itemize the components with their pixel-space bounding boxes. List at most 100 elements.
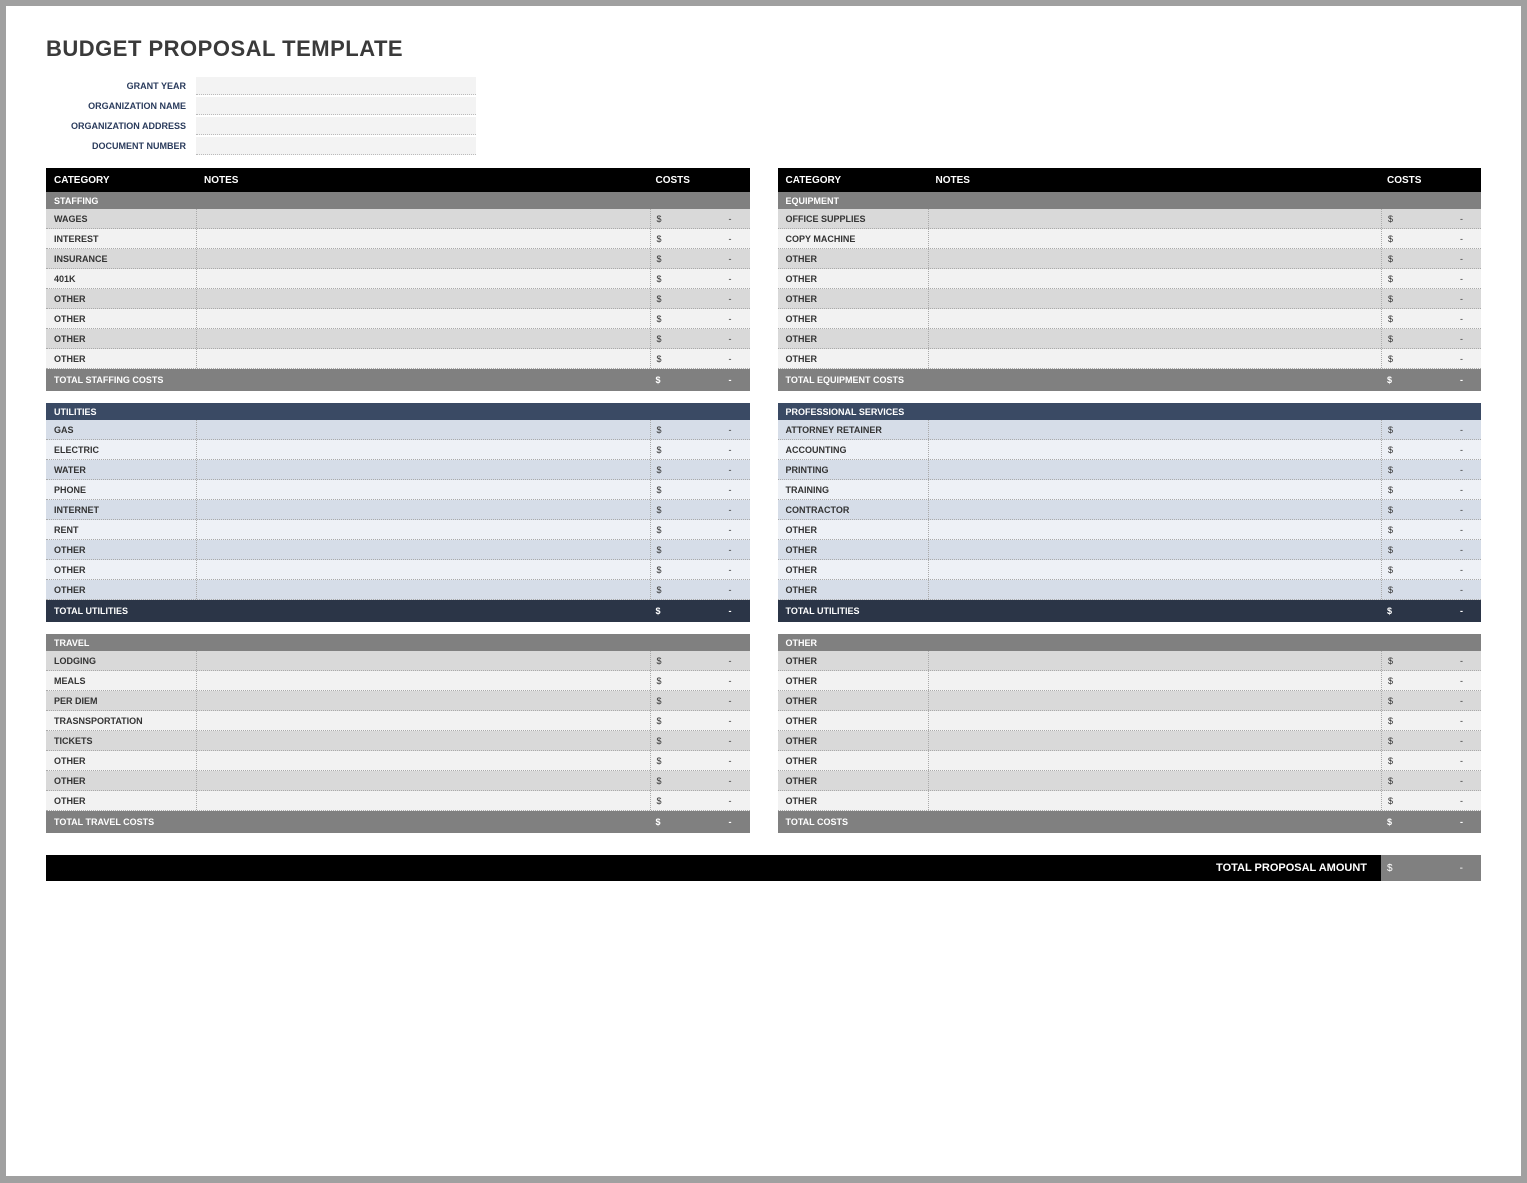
row-cost-input[interactable]: $- <box>1381 249 1481 268</box>
row-notes-input[interactable] <box>196 671 650 690</box>
row-notes-input[interactable] <box>196 329 650 348</box>
row-notes-input[interactable] <box>928 560 1382 579</box>
row-cost-input[interactable]: $- <box>650 771 750 790</box>
row-cost-input[interactable]: $- <box>1381 540 1481 559</box>
row-cost-input[interactable]: $- <box>650 289 750 308</box>
row-cost-input[interactable]: $- <box>1381 731 1481 750</box>
row-notes-input[interactable] <box>928 520 1382 539</box>
row-cost-input[interactable]: $- <box>650 500 750 519</box>
row-notes-input[interactable] <box>928 269 1382 288</box>
row-notes-input[interactable] <box>196 771 650 790</box>
row-notes-input[interactable] <box>196 209 650 228</box>
row-cost-input[interactable]: $- <box>650 731 750 750</box>
row-cost-input[interactable]: $- <box>1381 791 1481 810</box>
row-cost-input[interactable]: $- <box>650 229 750 248</box>
row-cost-input[interactable]: $- <box>1381 309 1481 328</box>
row-notes-input[interactable] <box>196 249 650 268</box>
row-notes-input[interactable] <box>196 420 650 439</box>
row-cost-input[interactable]: $- <box>650 349 750 368</box>
row-cost-input[interactable]: $- <box>1381 480 1481 499</box>
row-cost-input[interactable]: $- <box>650 329 750 348</box>
row-cost-input[interactable]: $- <box>650 791 750 810</box>
row-notes-input[interactable] <box>928 651 1382 670</box>
row-cost-input[interactable]: $- <box>650 540 750 559</box>
row-cost-input[interactable]: $- <box>650 269 750 288</box>
row-notes-input[interactable] <box>928 751 1382 770</box>
row-cost-input[interactable]: $- <box>1381 209 1481 228</box>
grant-year-input[interactable] <box>196 77 476 95</box>
row-notes-input[interactable] <box>196 460 650 479</box>
row-notes-input[interactable] <box>196 791 650 810</box>
row-notes-input[interactable] <box>928 671 1382 690</box>
row-cost-input[interactable]: $- <box>1381 580 1481 599</box>
row-cost-input[interactable]: $- <box>650 460 750 479</box>
row-notes-input[interactable] <box>196 540 650 559</box>
row-notes-input[interactable] <box>928 540 1382 559</box>
row-notes-input[interactable] <box>928 580 1382 599</box>
row-notes-input[interactable] <box>928 691 1382 710</box>
org-address-input[interactable] <box>196 117 476 135</box>
row-notes-input[interactable] <box>196 309 650 328</box>
row-cost-input[interactable]: $- <box>1381 560 1481 579</box>
row-notes-input[interactable] <box>928 289 1382 308</box>
row-cost-input[interactable]: $- <box>650 209 750 228</box>
row-notes-input[interactable] <box>196 731 650 750</box>
row-notes-input[interactable] <box>928 480 1382 499</box>
row-cost-input[interactable]: $- <box>650 440 750 459</box>
row-cost-input[interactable]: $- <box>650 671 750 690</box>
row-cost-input[interactable]: $- <box>650 651 750 670</box>
row-notes-input[interactable] <box>196 289 650 308</box>
row-cost-input[interactable]: $- <box>1381 329 1481 348</box>
row-notes-input[interactable] <box>928 711 1382 730</box>
row-cost-input[interactable]: $- <box>650 711 750 730</box>
row-notes-input[interactable] <box>196 269 650 288</box>
row-notes-input[interactable] <box>928 329 1382 348</box>
row-cost-input[interactable]: $- <box>650 480 750 499</box>
row-cost-input[interactable]: $- <box>1381 751 1481 770</box>
row-notes-input[interactable] <box>196 500 650 519</box>
row-notes-input[interactable] <box>928 209 1382 228</box>
row-notes-input[interactable] <box>928 349 1382 368</box>
row-notes-input[interactable] <box>196 711 650 730</box>
row-cost-input[interactable]: $- <box>1381 671 1481 690</box>
row-cost-input[interactable]: $- <box>1381 711 1481 730</box>
row-notes-input[interactable] <box>928 791 1382 810</box>
row-notes-input[interactable] <box>928 229 1382 248</box>
row-cost-input[interactable]: $- <box>1381 651 1481 670</box>
row-cost-input[interactable]: $- <box>1381 269 1481 288</box>
row-notes-input[interactable] <box>928 460 1382 479</box>
row-cost-input[interactable]: $- <box>650 751 750 770</box>
row-cost-input[interactable]: $- <box>650 560 750 579</box>
row-cost-input[interactable]: $- <box>650 691 750 710</box>
row-notes-input[interactable] <box>928 309 1382 328</box>
row-notes-input[interactable] <box>928 249 1382 268</box>
row-notes-input[interactable] <box>196 440 650 459</box>
row-cost-input[interactable]: $- <box>1381 691 1481 710</box>
row-notes-input[interactable] <box>928 420 1382 439</box>
row-notes-input[interactable] <box>196 349 650 368</box>
row-cost-input[interactable]: $- <box>1381 229 1481 248</box>
row-notes-input[interactable] <box>928 731 1382 750</box>
row-notes-input[interactable] <box>196 480 650 499</box>
row-cost-input[interactable]: $- <box>1381 771 1481 790</box>
row-cost-input[interactable]: $- <box>1381 349 1481 368</box>
org-name-input[interactable] <box>196 97 476 115</box>
row-notes-input[interactable] <box>196 229 650 248</box>
row-notes-input[interactable] <box>196 520 650 539</box>
row-cost-input[interactable]: $- <box>1381 289 1481 308</box>
row-cost-input[interactable]: $- <box>650 580 750 599</box>
row-cost-input[interactable]: $- <box>1381 520 1481 539</box>
doc-number-input[interactable] <box>196 137 476 155</box>
row-notes-input[interactable] <box>196 580 650 599</box>
row-cost-input[interactable]: $- <box>1381 440 1481 459</box>
row-notes-input[interactable] <box>196 560 650 579</box>
row-notes-input[interactable] <box>196 651 650 670</box>
row-notes-input[interactable] <box>928 771 1382 790</box>
row-notes-input[interactable] <box>928 500 1382 519</box>
row-notes-input[interactable] <box>196 691 650 710</box>
row-notes-input[interactable] <box>928 440 1382 459</box>
row-cost-input[interactable]: $- <box>650 249 750 268</box>
row-cost-input[interactable]: $- <box>650 420 750 439</box>
row-cost-input[interactable]: $- <box>1381 460 1481 479</box>
row-cost-input[interactable]: $- <box>650 520 750 539</box>
